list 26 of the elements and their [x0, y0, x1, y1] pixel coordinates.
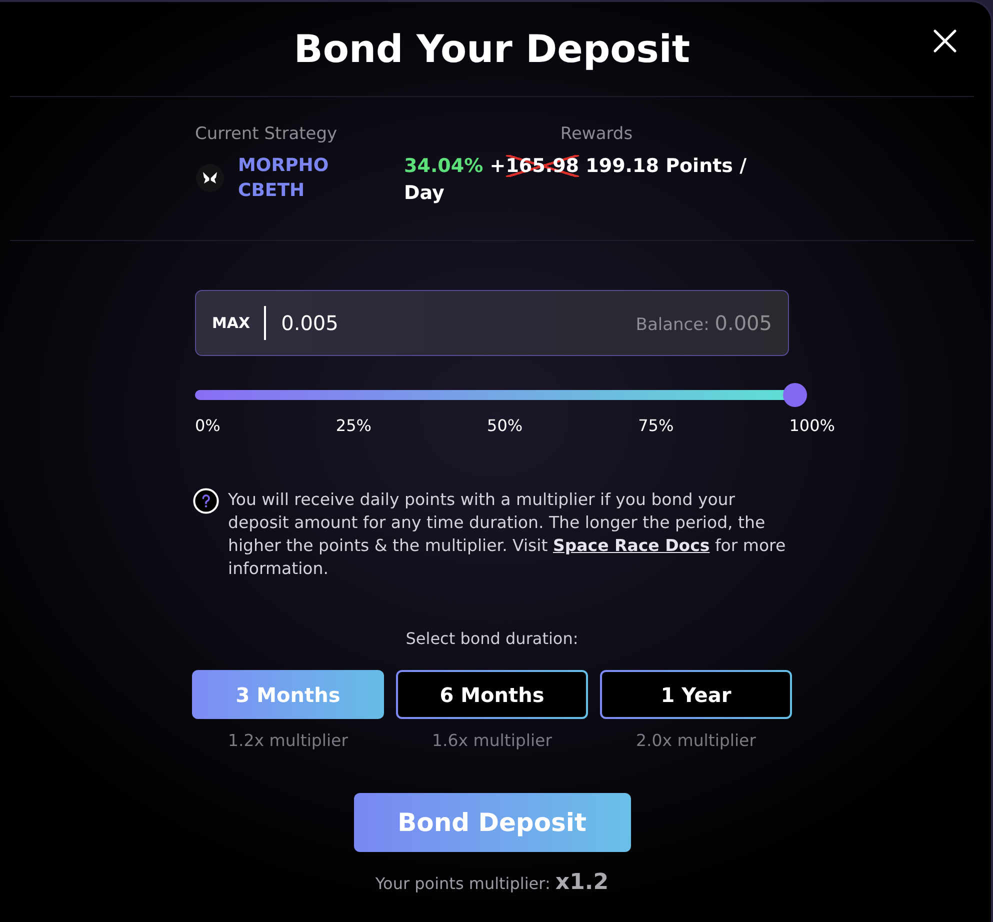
multiplier-label: 1.2x multiplier	[228, 730, 348, 752]
butterfly-icon	[196, 164, 224, 192]
percent-label[interactable]: 25%	[336, 416, 372, 436]
strategy-label: Current Strategy	[195, 123, 338, 145]
duration-button[interactable]: 6 Months	[396, 670, 588, 719]
info-text: You will receive daily points with a multiplier if you bond your deposit amount for any time duration. The longer the period, the higher the points & the multiplier. Visit Space Race Docs for more information.	[228, 489, 787, 580]
duration-button[interactable]: 1 Year	[600, 670, 792, 719]
close-button[interactable]	[933, 29, 957, 53]
slider-thumb[interactable]	[783, 383, 807, 407]
docs-link[interactable]: Space Race Docs	[552, 536, 710, 555]
amount-field[interactable]: MAX 0.005 Balance: 0.005	[195, 290, 789, 356]
help-icon	[193, 488, 219, 514]
points-multiplier-text: Your points multiplier: x1.2	[375, 871, 609, 896]
percent-label[interactable]: 50%	[487, 416, 523, 436]
dialog-title: Bond Your Deposit	[294, 27, 690, 71]
max-button[interactable]: MAX	[212, 314, 250, 332]
balance-text: Balance: 0.005	[636, 311, 772, 335]
percent-label[interactable]: 0%	[195, 416, 220, 436]
percent-label[interactable]: 75%	[638, 416, 674, 436]
duration-label: Select bond duration:	[406, 629, 578, 649]
strategy-name: MORPHO CBETH	[238, 154, 329, 203]
multiplier-label: 1.6x multiplier	[432, 730, 552, 752]
rewards-label: Rewards	[559, 123, 634, 145]
multiplier-label: 2.0x multiplier	[636, 730, 756, 752]
close-icon	[933, 29, 957, 53]
percent-label[interactable]: 100%	[789, 416, 835, 436]
